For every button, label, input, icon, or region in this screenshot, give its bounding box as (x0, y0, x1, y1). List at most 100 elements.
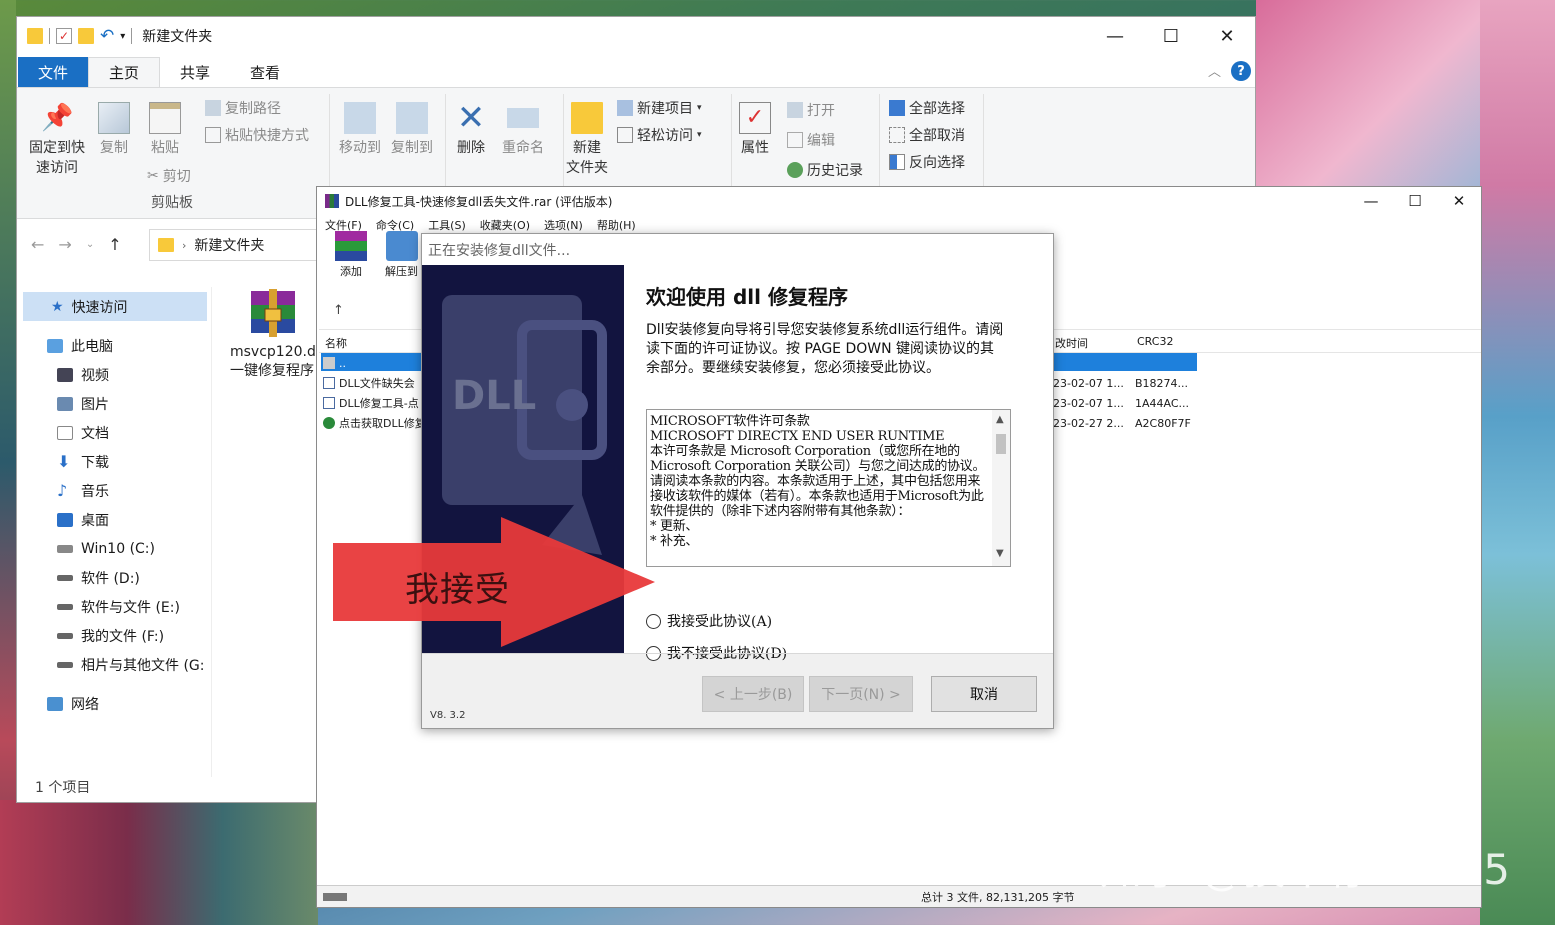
easy-access-icon (617, 127, 633, 143)
table-row[interactable]: DLL修复工具-点 (323, 393, 419, 413)
back-button[interactable]: < 上一步(B) (702, 676, 804, 712)
quick-access-toolbar: ✓ ↶ ▾ (27, 26, 133, 46)
scroll-down-icon[interactable]: ▼ (996, 548, 1004, 559)
minimize-button[interactable]: — (1087, 17, 1143, 55)
drive-icon (57, 544, 73, 553)
easy-access-button[interactable]: 轻松访问 ▾ (617, 125, 702, 145)
close-button[interactable]: ✕ (1199, 17, 1255, 55)
menu-help[interactable]: 帮助(H) (597, 217, 636, 233)
address-bar[interactable]: › 新建文件夹 (149, 229, 319, 261)
nav-label: 图片 (81, 396, 109, 413)
nav-item-videos[interactable]: 视频 (17, 360, 212, 389)
collapse-ribbon-icon[interactable]: ︿ (1208, 61, 1221, 80)
move-to-button[interactable]: 移动到 (335, 102, 385, 158)
new-item-button[interactable]: 新建项目 ▾ (617, 98, 702, 118)
paste-shortcut-icon (205, 127, 221, 143)
minimize-button[interactable]: — (1349, 187, 1393, 215)
next-button[interactable]: 下一页(N) > (809, 676, 913, 712)
maximize-button[interactable]: ☐ (1393, 187, 1437, 215)
tab-file[interactable]: 文件 (18, 57, 89, 87)
accept-radio[interactable]: 我接受此协议(A) (646, 611, 772, 631)
license-textbox[interactable]: MICROSOFT软件许可条款 MICROSOFT DIRECTX END US… (646, 409, 1011, 567)
row-modified: 23-02-07 1... (1053, 376, 1124, 390)
paste-shortcut-button[interactable]: 粘贴快捷方式 (205, 125, 309, 145)
copy-to-button[interactable]: 复制到 (387, 102, 437, 158)
history-button[interactable]: 历史记录 (787, 160, 863, 180)
file-label[interactable]: msvcp120.d 一键修复程序 (230, 343, 316, 381)
help-icon[interactable]: ? (1231, 61, 1251, 81)
extract-to-button[interactable]: 解压到 (385, 231, 418, 279)
up-arrow-icon[interactable]: ↑ (333, 303, 344, 318)
folder-icon[interactable] (27, 28, 43, 44)
license-scrollbar[interactable]: ▲ ▼ (992, 410, 1010, 566)
column-modified[interactable]: 改时间 (1055, 335, 1088, 351)
properties-check-icon[interactable]: ✓ (56, 28, 72, 44)
recent-chevron-icon[interactable]: ⌄ (86, 239, 94, 250)
copy-button[interactable]: 复制 (97, 102, 131, 158)
column-crc32[interactable]: CRC32 (1137, 335, 1173, 348)
copy-to-icon (396, 102, 428, 134)
arrow-label: 我接受 (405, 570, 510, 610)
column-name[interactable]: 名称 (325, 335, 347, 351)
pin-quick-access-button[interactable]: 📌 固定到快 速访问 (25, 102, 89, 178)
nav-item-network[interactable]: 网络 (17, 689, 212, 718)
winrar-title: DLL修复工具-快速修复dll丢失文件.rar (评估版本) (345, 194, 613, 209)
row-crc: B18274... (1135, 376, 1189, 390)
chevron-down-icon[interactable]: ▾ (120, 31, 125, 42)
row-modified: 23-02-27 2... (1053, 416, 1124, 430)
forward-arrow-icon[interactable]: → (58, 235, 71, 254)
menu-favorites[interactable]: 收藏夹(O) (480, 217, 530, 233)
cancel-button[interactable]: 取消 (931, 676, 1037, 712)
rename-label: 重命名 (502, 140, 544, 156)
nav-item-pictures[interactable]: 图片 (17, 389, 212, 418)
copy-path-button[interactable]: 复制路径 (205, 98, 281, 118)
select-all-button[interactable]: 全部选择 (889, 98, 965, 118)
nav-item-this-pc[interactable]: 此电脑 (17, 331, 212, 360)
add-button[interactable]: 添加 (335, 231, 367, 279)
maximize-button[interactable]: ☐ (1143, 17, 1199, 55)
nav-item-drive-e[interactable]: 软件与文件 (E:) (17, 592, 212, 621)
paste-button[interactable]: 粘贴 (147, 102, 183, 158)
globe-icon (323, 417, 335, 429)
winrar-archive-icon[interactable] (245, 287, 301, 341)
table-row[interactable]: DLL文件缺失会 (323, 373, 415, 393)
properties-button[interactable]: ✓ 属性 (737, 102, 773, 158)
back-arrow-icon[interactable]: ← (31, 235, 44, 254)
tab-share[interactable]: 共享 (160, 57, 230, 87)
delete-button[interactable]: ✕ 删除 (453, 101, 489, 158)
tab-view[interactable]: 查看 (230, 57, 300, 87)
exe-icon (323, 397, 335, 409)
tab-home[interactable]: 主页 (88, 57, 161, 87)
cut-button[interactable]: ✂ 剪切 (147, 166, 191, 186)
history-icon (787, 162, 803, 178)
menu-tools[interactable]: 工具(S) (428, 217, 466, 233)
new-folder-icon[interactable] (78, 28, 94, 44)
file-name-line-2: 一键修复程序 (230, 363, 314, 379)
table-row[interactable]: 点击获取DLL修复 (323, 413, 426, 433)
invert-selection-button[interactable]: 反向选择 (889, 152, 965, 172)
nav-item-drive-c[interactable]: Win10 (C:) (17, 534, 212, 563)
nav-item-downloads[interactable]: ⬇ 下载 (17, 447, 212, 476)
scroll-thumb[interactable] (996, 434, 1006, 454)
close-button[interactable]: ✕ (1437, 187, 1481, 215)
nav-item-drive-d[interactable]: 软件 (D:) (17, 563, 212, 592)
edit-button[interactable]: 编辑 (787, 130, 835, 150)
scroll-up-icon[interactable]: ▲ (996, 414, 1004, 425)
up-arrow-icon[interactable]: ↑ (108, 235, 121, 254)
add-archive-icon (335, 231, 367, 261)
undo-icon[interactable]: ↶ (100, 26, 114, 46)
menu-options[interactable]: 选项(N) (544, 217, 583, 233)
nav-item-documents[interactable]: 文档 (17, 418, 212, 447)
open-button[interactable]: 打开 (787, 100, 835, 120)
nav-item-drive-f[interactable]: 我的文件 (F:) (17, 621, 212, 650)
move-to-label: 移动到 (339, 140, 381, 156)
nav-item-music[interactable]: ♪ 音乐 (17, 476, 212, 505)
nav-item-quick-access[interactable]: ★ 快速访问 (23, 292, 207, 321)
nav-item-desktop[interactable]: 桌面 (17, 505, 212, 534)
new-folder-button[interactable]: 新建 文件夹 (565, 102, 609, 178)
rename-button[interactable]: 重命名 (499, 102, 547, 158)
pin-label-1: 固定到快 (29, 140, 85, 156)
table-row[interactable]: .. (323, 353, 346, 373)
select-none-button[interactable]: 全部取消 (889, 125, 965, 145)
nav-item-drive-g[interactable]: 相片与其他文件 (G: (17, 650, 212, 679)
